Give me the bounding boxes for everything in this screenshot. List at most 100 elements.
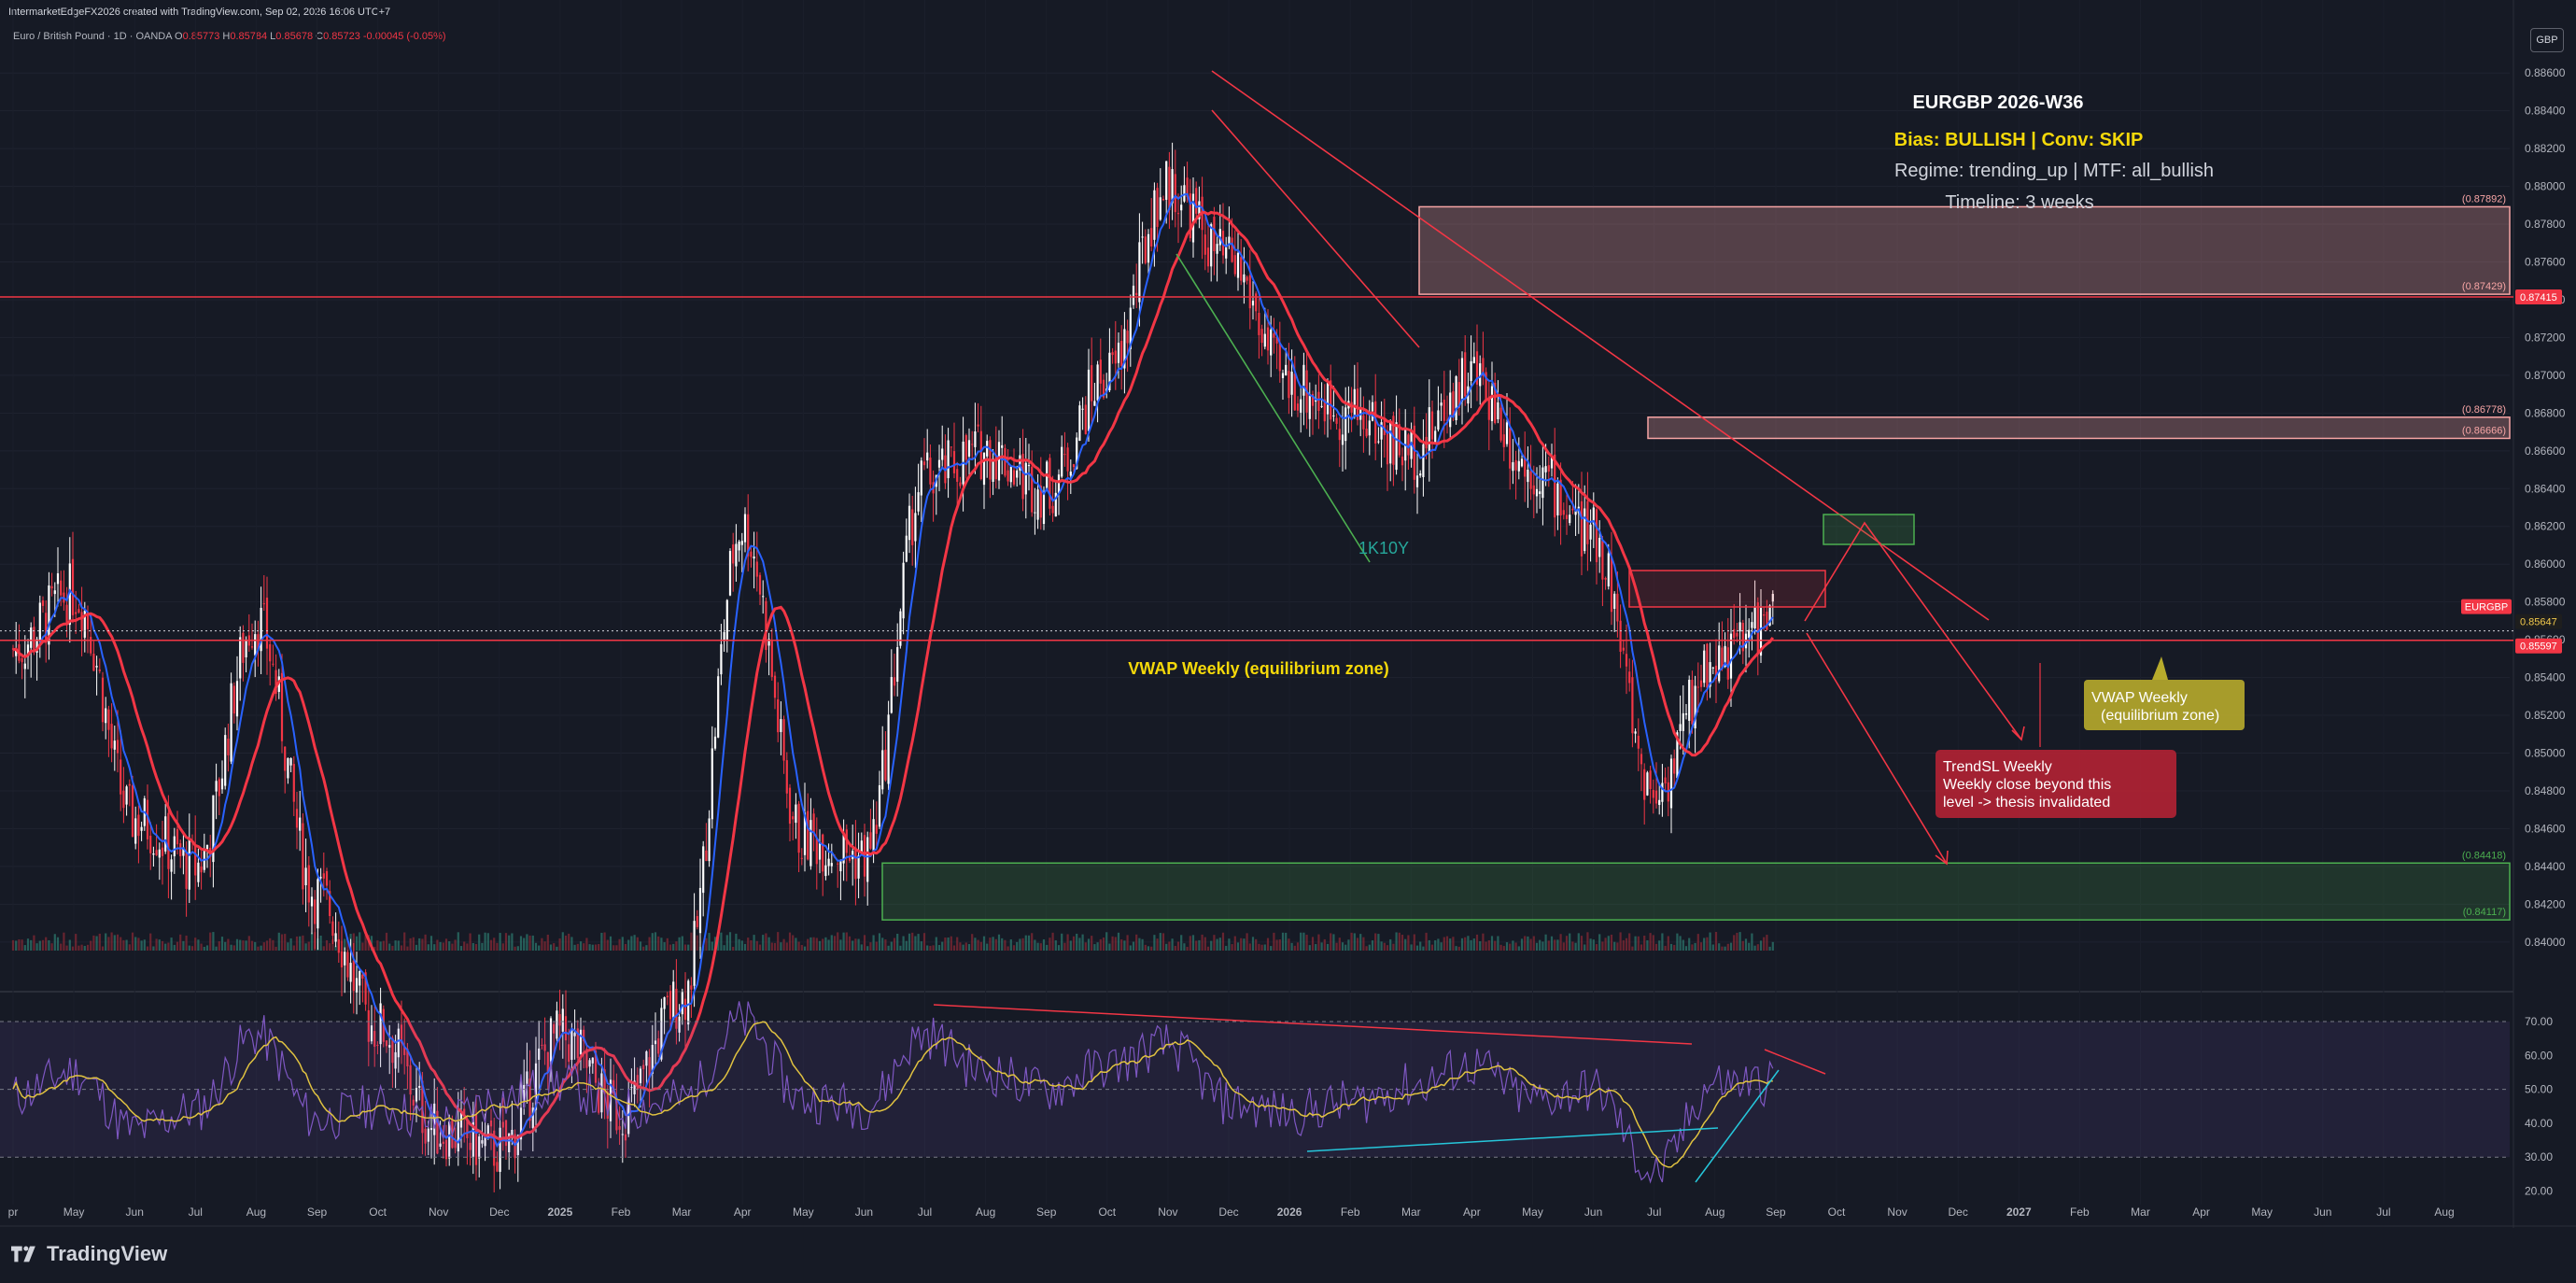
candle-body [1389, 421, 1392, 464]
candle-body [137, 814, 140, 837]
candle-body [1386, 430, 1389, 465]
volume-bar [1443, 937, 1445, 951]
candle-body [1460, 358, 1464, 402]
volume-bar [612, 945, 615, 951]
volume-bar [600, 933, 603, 951]
volume-bar [711, 941, 713, 951]
candle-body [1598, 537, 1601, 557]
volume-bar [1607, 936, 1610, 951]
volume-bar [561, 932, 564, 951]
candle-body [65, 604, 68, 625]
volume-bar [807, 938, 809, 951]
x-tick-label: Apr [2192, 1205, 2210, 1219]
x-tick-label: Oct [369, 1205, 387, 1219]
candle-body [1673, 758, 1676, 774]
volume-bar [666, 938, 669, 951]
candle-body [1679, 724, 1682, 731]
volume-bar [412, 937, 415, 951]
volume-bar [1574, 942, 1577, 951]
volume-bar [403, 932, 406, 951]
volume-bar [541, 938, 543, 951]
candle-body [1699, 680, 1703, 687]
volume-bar [418, 938, 421, 951]
volume-bar [1634, 936, 1637, 951]
volume-bar [747, 938, 750, 951]
candle-body [1527, 469, 1529, 483]
volume-bar [992, 937, 994, 951]
volume-bar [1604, 938, 1607, 951]
volume-bar [1076, 933, 1078, 951]
volume-bar [1153, 935, 1156, 951]
volume-bar [979, 941, 982, 951]
volume-bar [1240, 938, 1243, 951]
volume-bar [669, 944, 672, 951]
volume-bar [1711, 944, 1714, 951]
volume-bar [21, 939, 23, 951]
volume-bar [583, 943, 585, 951]
volume-bar [1027, 935, 1031, 951]
candle-body [235, 681, 239, 717]
candle-body [1464, 352, 1467, 397]
candle-body [875, 825, 878, 834]
volume-bar [1766, 935, 1768, 951]
zone-top-label: (0.86778) [2462, 404, 2506, 416]
candle-body [1691, 680, 1694, 725]
volume-bar [1529, 938, 1532, 951]
candle-body [979, 430, 982, 480]
volume-bar [322, 946, 325, 951]
volume-bar [496, 942, 499, 951]
volume-bar [299, 936, 302, 951]
candle-body [1535, 488, 1539, 497]
candle-body [750, 551, 753, 557]
volume-bar [1066, 934, 1069, 951]
candle-body [1117, 343, 1120, 363]
volume-bar [45, 937, 48, 951]
bias-text: Bias: BULLISH | Conv: SKIP [1894, 130, 2144, 150]
volume-bar [200, 943, 203, 951]
price-label: 0.87415 [2520, 292, 2557, 303]
volume-bar [1258, 943, 1260, 951]
volume-bar [989, 938, 992, 951]
candle-body [1135, 292, 1138, 296]
candle-body [1138, 242, 1141, 303]
candle-body [1449, 392, 1452, 428]
price-chart[interactable]: 0.88600 0.88400 0.88200 0.88000 0.87800 0.876… [0, 0, 2576, 1283]
candle-body [1365, 429, 1368, 437]
volume-bar [603, 932, 606, 951]
candle-body [239, 637, 242, 679]
volume-bar [289, 938, 292, 951]
candle-body [735, 543, 738, 567]
y-tick-label: 0.86800 [2525, 406, 2566, 419]
volume-bar [1449, 938, 1452, 951]
volume-bar [481, 942, 484, 951]
candle-body [1206, 247, 1210, 267]
volume-bar [896, 934, 899, 951]
volume-bar [922, 933, 926, 951]
y-tick-label: 0.88000 [2525, 180, 2566, 193]
volume-bar [1201, 934, 1204, 951]
candle-body [1042, 491, 1046, 525]
candle-body [1114, 350, 1117, 364]
volume-bar [164, 943, 167, 951]
candle-body [848, 857, 852, 861]
candle-body [331, 921, 334, 937]
x-tick-label: Feb [1341, 1205, 1360, 1219]
volume-bar [1741, 940, 1744, 951]
volume-bar [194, 938, 197, 951]
x-tick-label: Aug [1705, 1205, 1724, 1219]
volume-bar [508, 935, 511, 951]
candle-body [158, 849, 161, 858]
volume-bar [800, 945, 803, 951]
rsi-tick-label: 40.00 [2525, 1117, 2553, 1130]
volume-bar [1759, 940, 1763, 951]
volume-bar [319, 935, 322, 951]
candle-body [977, 424, 979, 427]
volume-bar [436, 939, 439, 951]
volume-bar [514, 946, 516, 951]
volume-bar [558, 938, 561, 951]
candle-body [777, 698, 780, 733]
candle-body [669, 991, 672, 1020]
volume-bar [454, 939, 457, 951]
candle-body [90, 637, 92, 654]
volume-bar [585, 938, 588, 951]
